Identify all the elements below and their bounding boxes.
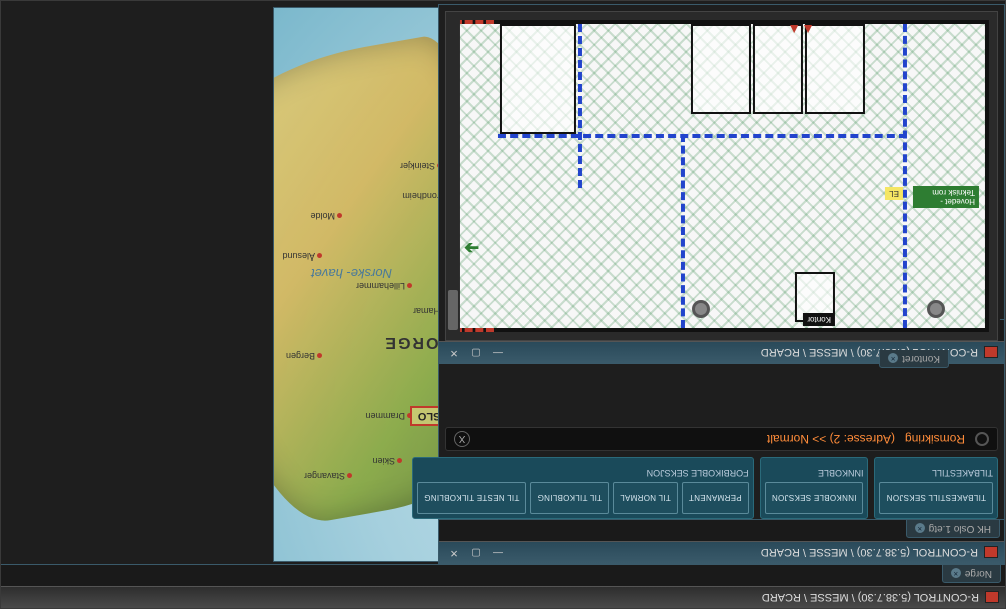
btn-til-neste-tilkobling[interactable]: TIL NESTE TILKOBLING — [417, 482, 526, 514]
exit-arrow-icon: ➔ — [464, 237, 479, 258]
mid-title: R-CONTROL (5.38.7.30) \ MESSE \ RCARD — [761, 547, 978, 559]
room-label-kontor: Kontor — [803, 313, 835, 326]
sensor-icon[interactable] — [692, 300, 710, 318]
tab-label: HK Oslo 1.etg — [929, 523, 991, 534]
close-icon[interactable]: × — [915, 524, 925, 534]
city-steinkjer: Steinkjer — [400, 161, 442, 171]
room-label-teknisk: Hovedet - Teknisk rom — [913, 186, 979, 208]
sensor-icon[interactable] — [927, 300, 945, 318]
outer-title: R-CONTROL (5.38.7.30) \ MESSE \ RCARD — [762, 592, 979, 604]
group-forbikoble: PERMANENT TIL NORMAL TIL TILKOBLING TIL … — [412, 457, 754, 519]
status-strip: Romsikring (Adresse: 2) >> Normalt X — [445, 427, 998, 451]
city-stavanger: Stavanger — [304, 471, 352, 481]
wall — [578, 24, 582, 188]
minimize-button[interactable]: — — [489, 346, 507, 360]
city-skien: Skien — [372, 456, 402, 466]
room-label-el: EL — [885, 187, 903, 200]
fire-icon: ▲▲ — [787, 22, 815, 38]
close-button[interactable]: ✕ — [445, 546, 463, 560]
tab-label: Norge — [965, 568, 992, 579]
front-tabbar — [1000, 319, 1004, 341]
room[interactable] — [691, 24, 751, 114]
outer-window: R-CONTROL (5.38.7.30) \ MESSE \ RCARD No… — [0, 0, 1006, 609]
btn-permanent[interactable]: PERMANENT — [682, 482, 749, 514]
close-button[interactable]: ✕ — [445, 346, 463, 360]
perimeter-alarm-zone — [454, 20, 494, 332]
city-bergen: Bergen — [286, 351, 322, 361]
group-title: FORBIKOBLE SEKSJON — [417, 468, 749, 478]
room[interactable] — [500, 24, 576, 134]
group-innkoble: INNKOBLE SEKSJON INNKOBLE — [760, 457, 869, 519]
mid-tabbar: HK Oslo 1.etg × — [439, 519, 1004, 541]
group-tilbakestill: TILBAKESTILL SEKSJON TILBAKESTILL — [874, 457, 998, 519]
sea-label: Norske- havet — [311, 266, 392, 281]
status-name: Romsikring — [905, 432, 965, 446]
city-drammen: Drammen — [365, 411, 412, 421]
floorplan-viewport[interactable]: Kontor Hovedet - Teknisk rom EL ➔ ▲▲ — [445, 11, 998, 341]
toolbar: TILBAKESTILL SEKSJON TILBAKESTILL INNKOB… — [445, 457, 998, 519]
outer-tabbar: Norge × — [1, 564, 1005, 586]
city-molde: Molde — [310, 211, 342, 221]
btn-tilbakestill-seksjon[interactable]: TILBAKESTILL SEKSJON — [879, 482, 993, 514]
front-window: R-CONTROL (5.38.7.30) \ MESSE \ RCARD — … — [438, 4, 1005, 364]
scrollbar-vertical[interactable] — [446, 12, 460, 340]
wall — [903, 24, 907, 328]
maximize-button[interactable]: ▢ — [467, 546, 485, 560]
btn-til-tilkobling[interactable]: TIL TILKOBLING — [530, 482, 609, 514]
wall — [498, 134, 907, 138]
close-icon[interactable]: × — [951, 569, 961, 579]
minimize-button[interactable]: — — [489, 546, 507, 560]
mid-titlebar[interactable]: R-CONTROL (5.38.7.30) \ MESSE \ RCARD — … — [439, 541, 1004, 563]
floorplan[interactable]: Kontor Hovedet - Teknisk rom EL ➔ ▲▲ — [454, 20, 989, 332]
city-lillehammer: Lillehammer — [356, 281, 412, 291]
group-title: TILBAKESTILL — [879, 468, 993, 478]
tab-norge[interactable]: Norge × — [942, 565, 1001, 583]
status-address: (Adresse: 2) >> Normalt — [767, 432, 895, 446]
wall — [681, 134, 685, 328]
maximize-button[interactable]: ▢ — [467, 346, 485, 360]
app-icon — [984, 347, 998, 359]
tab-kontoret[interactable]: Kontoret × — [879, 350, 949, 368]
group-title: INNKOBLE — [765, 468, 864, 478]
btn-innkoble-seksjon[interactable]: INNKOBLE SEKSJON — [765, 482, 864, 514]
app-icon — [985, 592, 999, 604]
tab-label: Kontoret — [902, 353, 940, 364]
outer-content: Norske- havet NORGE Steinkjer Trondheim … — [1, 1, 1005, 564]
tab-hk-oslo[interactable]: HK Oslo 1.etg × — [906, 520, 1000, 538]
status-close-button[interactable]: X — [454, 431, 470, 447]
btn-til-normal[interactable]: TIL NORMAL — [613, 482, 678, 514]
city-alesund: Ålesund — [282, 251, 322, 261]
status-indicator-icon — [975, 432, 989, 446]
scroll-thumb[interactable] — [448, 290, 458, 330]
app-icon — [984, 547, 998, 559]
outer-titlebar: R-CONTROL (5.38.7.30) \ MESSE \ RCARD — [1, 586, 1005, 608]
close-icon[interactable]: × — [888, 354, 898, 364]
